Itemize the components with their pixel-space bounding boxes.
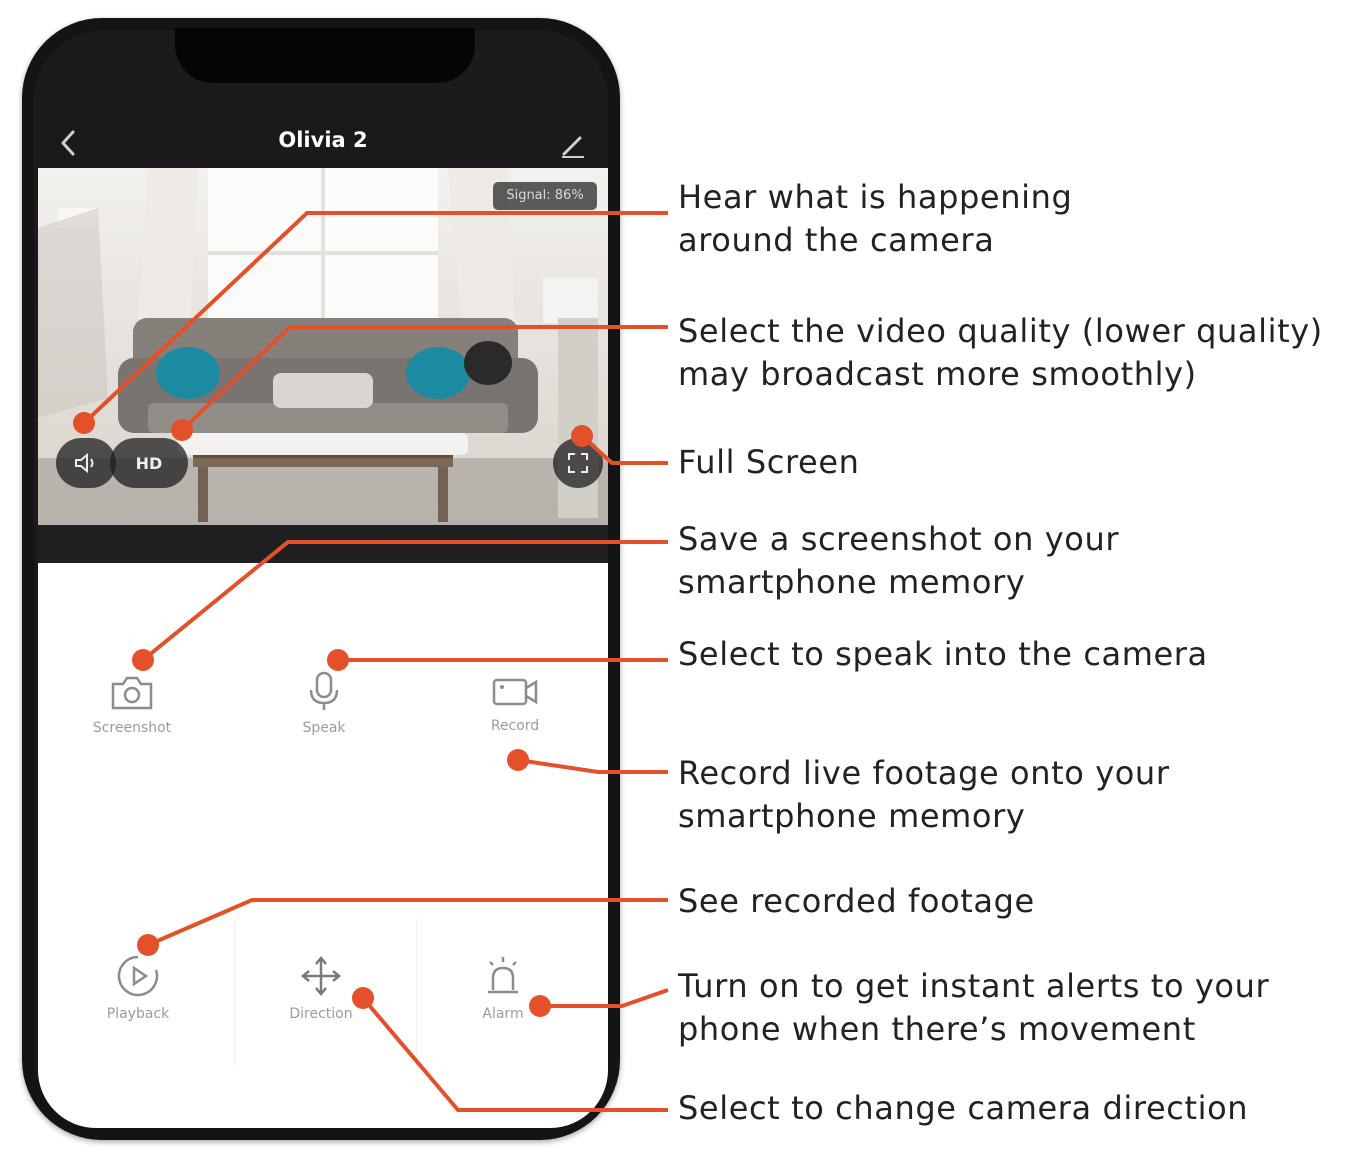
playback-label: Playback [106,1006,170,1022]
live-video-feed: Signal: 86% HD [38,168,608,525]
callout-text: See recorded footage [678,882,1035,920]
move-arrows-icon [301,956,341,996]
alarm-label: Alarm [482,1006,524,1022]
microphone-icon [309,671,339,710]
quality-label: HD [135,453,163,473]
camera-icon [111,676,153,710]
speak-label: Speak [302,720,346,736]
speak-button[interactable]: Speak [259,670,389,736]
callout-direction: Select to change camera direction [678,1087,1248,1130]
callout-text: Select to speak into the camera [678,635,1208,673]
app-header: Olivia 2 [38,88,608,168]
pencil-icon[interactable] [558,132,588,160]
callout-screenshot: Save a screenshot on your smartphone mem… [678,518,1119,604]
callout-text: smartphone memory [678,797,1026,835]
callout-text: Record live footage onto your [678,754,1170,792]
callout-text: Save a screenshot on your [678,520,1120,558]
record-label: Record [490,718,540,734]
page-title: Olivia 2 [278,128,368,152]
speaker-icon[interactable] [56,438,116,488]
callout-fullscreen: Full Screen [678,441,860,484]
callout-playback: See recorded footage [678,880,1035,923]
video-bottom-bar [38,525,608,563]
screenshot-label: Screenshot [92,720,172,736]
video-camera-icon [492,678,538,706]
direction-label: Direction [289,1006,353,1022]
callout-speak: Select to speak into the camera [678,633,1208,676]
signal-badge: Signal: 86% [493,182,597,210]
fullscreen-icon[interactable] [553,438,603,488]
direction-button[interactable]: Direction [256,954,386,1022]
callout-text: Select to change camera direction [678,1089,1249,1127]
grid-divider [234,918,235,1068]
playback-button[interactable]: Playback [73,954,203,1022]
callout-record: Record live footage onto your smartphone… [678,752,1170,838]
play-circle-icon [117,955,159,997]
callout-text: Hear what is happening [678,178,1073,216]
callout-quality: Select the video quality (lower quality)… [678,310,1323,396]
quality-hd-button[interactable]: HD [110,438,188,488]
callout-hear: Hear what is happening around the camera [678,176,1072,262]
callout-text: Turn on to get instant alerts to your [678,967,1270,1005]
phone-screen: Olivia 2 Signal: 86% HD Screenshot Speak… [38,88,608,1128]
siren-icon [488,957,518,994]
record-button[interactable]: Record [450,674,580,734]
callout-text: Select the video quality (lower quality) [678,312,1323,350]
callout-alarm: Turn on to get instant alerts to your ph… [678,965,1269,1051]
callout-text: may broadcast more smoothly) [678,355,1197,393]
screenshot-button[interactable]: Screenshot [67,674,197,736]
alarm-button[interactable]: Alarm [438,954,568,1022]
callout-text: smartphone memory [678,563,1026,601]
grid-divider [416,918,417,1068]
callout-text: phone when there’s movement [678,1010,1196,1048]
callout-text: Full Screen [678,443,860,481]
phone-notch [175,28,475,83]
callout-text: around the camera [678,221,995,259]
